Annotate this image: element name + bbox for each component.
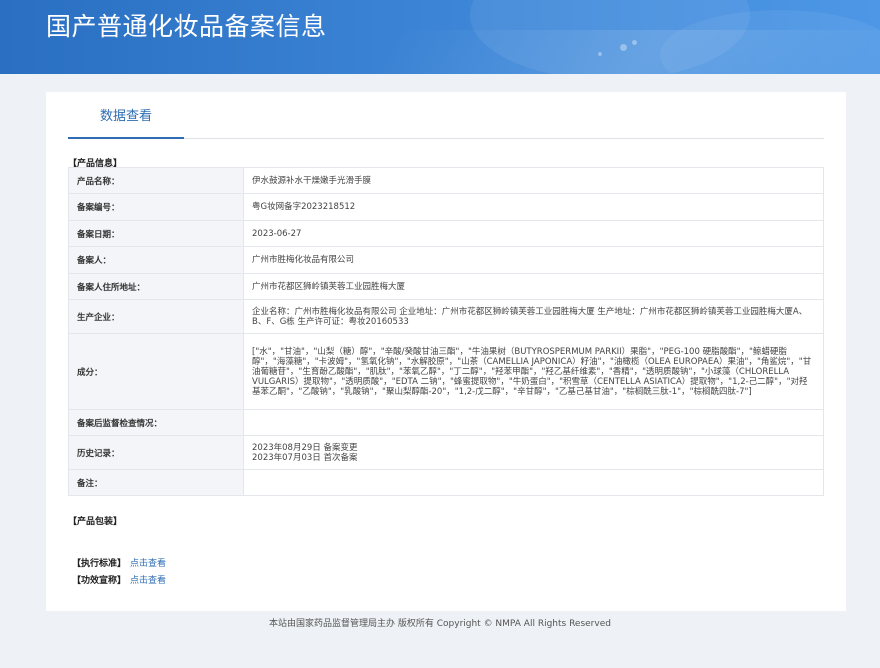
- view-standards-link[interactable]: 点击查看: [130, 559, 166, 569]
- table-row: 备案人： 广州市胜梅化妆品有限公司: [68, 246, 824, 274]
- header-banner: 国产普通化妆品备案信息: [0, 0, 880, 74]
- link-row-standards: 【执行标准】 点击查看: [72, 556, 166, 569]
- tab-bar: 数据查看: [68, 92, 824, 139]
- row-value-record-date: 2023-06-27: [243, 220, 824, 247]
- row-key-record-date: 备案日期：: [68, 220, 244, 247]
- banner-decoration: [359, 30, 880, 74]
- row-value-remarks: [243, 469, 824, 496]
- table-row: 生产企业： 企业名称：广州市胜梅化妆品有限公司 企业地址：广州市花都区狮岭镇芙蓉…: [68, 299, 824, 334]
- row-value-registrant: 广州市胜梅化妆品有限公司: [243, 246, 824, 274]
- banner-dot: [632, 40, 637, 45]
- tab-data-view[interactable]: 数据查看: [68, 92, 184, 139]
- table-row: 备案后监督检查情况：: [68, 409, 824, 436]
- page-title: 国产普通化妆品备案信息: [46, 12, 327, 41]
- table-row: 成分： ["水"，"甘油"，"山梨（糖）醇"，"辛酸/癸酸甘油三酯"，"牛油果树…: [68, 333, 824, 410]
- row-key-product-name: 产品名称：: [68, 167, 244, 194]
- row-key-ingredients: 成分：: [68, 333, 244, 410]
- link-row-efficacy: 【功效宣称】 点击查看: [72, 573, 166, 586]
- table-row: 备案日期： 2023-06-27: [68, 220, 824, 247]
- row-key-registrant-address: 备案人住所地址：: [68, 273, 244, 300]
- history-entry: 2023年07月03日 首次备案: [252, 452, 358, 463]
- product-info-table: 产品名称： 伊水鼓源补水干燥嫩手光滑手膜 备案编号： 粤G妆网备字2023218…: [68, 167, 824, 496]
- section-title-product-package: 【产品包装】: [68, 517, 123, 527]
- row-key-remarks: 备注：: [68, 469, 244, 496]
- table-row: 备案编号： 粤G妆网备字2023218512: [68, 193, 824, 221]
- table-row: 历史记录： 2023年08月29日 备案变更 2023年07月03日 首次备案: [68, 435, 824, 470]
- table-row: 备注：: [68, 469, 824, 496]
- row-key-history: 历史记录：: [68, 435, 244, 470]
- footer-copyright: 本站由国家药品监督管理局主办 版权所有 Copyright © NMPA All…: [269, 619, 611, 629]
- row-value-product-name: 伊水鼓源补水干燥嫩手光滑手膜: [243, 167, 824, 194]
- row-key-registrant: 备案人：: [68, 246, 244, 274]
- view-efficacy-link[interactable]: 点击查看: [130, 576, 166, 586]
- banner-dot: [620, 44, 627, 51]
- history-entry: 2023年08月29日 备案变更: [252, 442, 358, 453]
- row-value-ingredients: ["水"，"甘油"，"山梨（糖）醇"，"辛酸/癸酸甘油三酯"，"牛油果树（BUT…: [243, 333, 824, 410]
- row-value-supervision: [243, 409, 824, 436]
- table-row: 备案人住所地址： 广州市花都区狮岭镇芙蓉工业园胜梅大厦: [68, 273, 824, 300]
- row-value-manufacturer: 企业名称：广州市胜梅化妆品有限公司 企业地址：广州市花都区狮岭镇芙蓉工业园胜梅大…: [243, 299, 824, 334]
- row-value-registrant-address: 广州市花都区狮岭镇芙蓉工业园胜梅大厦: [243, 273, 824, 300]
- row-key-supervision: 备案后监督检查情况：: [68, 409, 244, 436]
- banner-dot: [598, 52, 602, 56]
- row-value-record-number: 粤G妆网备字2023218512: [243, 193, 824, 221]
- table-row: 产品名称： 伊水鼓源补水干燥嫩手光滑手膜: [68, 167, 824, 194]
- link-label-efficacy: 【功效宣称】: [72, 576, 127, 586]
- row-key-record-number: 备案编号：: [68, 193, 244, 221]
- row-value-history: 2023年08月29日 备案变更 2023年07月03日 首次备案: [243, 435, 824, 470]
- content-card: 数据查看 【产品信息】 产品名称： 伊水鼓源补水干燥嫩手光滑手膜 备案编号： 粤…: [46, 92, 846, 611]
- link-label-standards: 【执行标准】: [72, 559, 127, 569]
- row-key-manufacturer: 生产企业：: [68, 299, 244, 334]
